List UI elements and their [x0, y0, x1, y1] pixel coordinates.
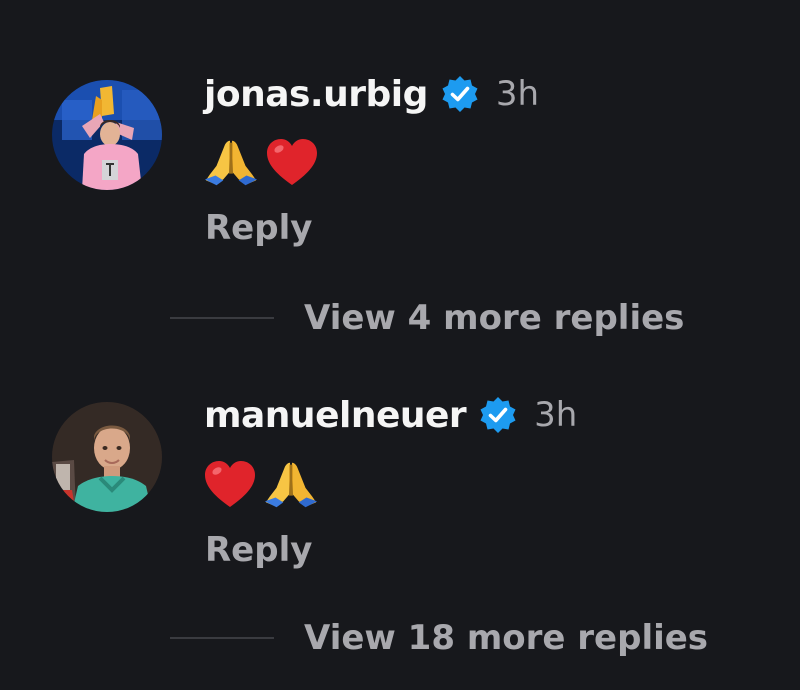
- red-heart-icon: [264, 136, 320, 188]
- view-more-replies[interactable]: View 4 more replies: [170, 293, 684, 343]
- divider-line: [170, 637, 274, 639]
- reply-button[interactable]: Reply: [205, 530, 312, 570]
- comment-header: manuelneuer 3h: [204, 389, 577, 441]
- username[interactable]: manuelneuer: [204, 395, 467, 436]
- divider-line: [170, 317, 274, 319]
- verified-badge-icon: [440, 74, 480, 114]
- view-more-label: View 18 more replies: [304, 618, 709, 658]
- comment-header: jonas.urbig 3h: [204, 68, 539, 120]
- avatar[interactable]: [52, 80, 162, 190]
- timestamp: 3h: [534, 395, 578, 435]
- comment-text: [202, 132, 320, 192]
- verified-badge-icon: [478, 395, 518, 435]
- folded-hands-icon: [202, 136, 260, 188]
- folded-hands-icon: [262, 458, 320, 510]
- username[interactable]: jonas.urbig: [204, 74, 428, 115]
- timestamp: 3h: [495, 74, 540, 114]
- comment-text: [202, 454, 320, 514]
- red-heart-icon: [202, 458, 258, 510]
- view-more-label: View 4 more replies: [304, 298, 685, 338]
- reply-button[interactable]: Reply: [205, 208, 312, 248]
- view-more-replies[interactable]: View 18 more replies: [170, 613, 708, 663]
- avatar[interactable]: [52, 402, 162, 512]
